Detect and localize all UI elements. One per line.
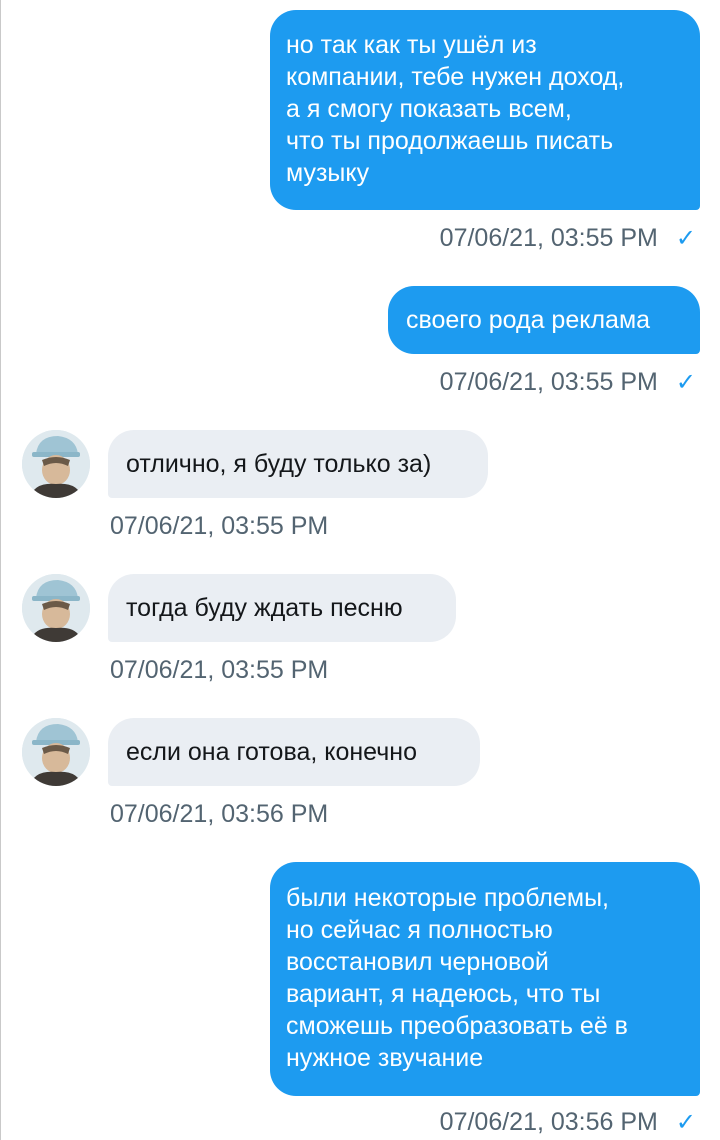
message-meta: 07/06/21, 03:55 PM ✓	[440, 368, 696, 397]
message-timestamp-text: 07/06/21, 03:56 PM	[110, 800, 329, 828]
left-edge-divider	[0, 0, 1, 1140]
message-text-line: восстановил черновой	[286, 948, 549, 976]
message-text-line: музыку	[286, 159, 370, 187]
message-timestamp: 07/06/21, 03:55 PM	[439, 224, 658, 252]
checkmark-icon: ✓	[675, 369, 696, 396]
checkmark-icon: ✓	[675, 225, 696, 252]
message-text-line: но так как ты ушёл из	[286, 31, 537, 59]
message-timestamp: 07/06/21, 03:55 PM	[110, 656, 328, 685]
user-avatar[interactable]	[22, 430, 90, 498]
incoming-message-bubble[interactable]: если она готова, конечно	[108, 718, 480, 786]
message-timestamp: 07/06/21, 03:55 PM	[110, 512, 328, 541]
message-meta: 07/06/21, 03:55 PM ✓	[440, 224, 696, 253]
checkmark-icon: ✓	[675, 1109, 696, 1136]
message-text-line: своего рода реклама	[406, 306, 651, 334]
incoming-message-bubble[interactable]: отлично, я буду только за)	[108, 430, 488, 498]
message-text-line: компании, тебе нужен доход,	[286, 63, 625, 91]
message-text-line: сможешь преобразовать её в	[286, 1012, 628, 1040]
outgoing-message-bubble[interactable]: своего рода реклама	[388, 286, 700, 354]
message-text-line: были некоторые проблемы,	[286, 884, 609, 912]
message-meta: 07/06/21, 03:56 PM ✓	[440, 1108, 696, 1137]
message-timestamp-text: 07/06/21, 03:55 PM	[110, 656, 329, 684]
user-avatar[interactable]	[22, 718, 90, 786]
message-text-line: отлично, я буду только за)	[126, 450, 432, 478]
message-timestamp: 07/06/21, 03:56 PM	[110, 800, 328, 829]
incoming-message-bubble[interactable]: тогда буду ждать песню	[108, 574, 456, 642]
message-text-line: что ты продолжаешь писать	[286, 127, 614, 155]
outgoing-message-bubble[interactable]: но так как ты ушёл из компании, тебе нуж…	[270, 10, 700, 210]
message-text-line: а я смогу показать всем,	[286, 95, 572, 123]
message-text-line: вариант, я надеюсь, что ты	[286, 980, 601, 1008]
message-timestamp: 07/06/21, 03:55 PM	[439, 368, 658, 396]
message-text-line: нужное звучание	[286, 1044, 484, 1072]
message-timestamp-text: 07/06/21, 03:55 PM	[110, 512, 329, 540]
message-timestamp: 07/06/21, 03:56 PM	[439, 1108, 658, 1136]
message-text-line: если она готова, конечно	[126, 738, 417, 766]
outgoing-message-bubble[interactable]: были некоторые проблемы, но сейчас я пол…	[270, 862, 700, 1096]
user-avatar[interactable]	[22, 574, 90, 642]
message-text-line: тогда буду ждать песню	[126, 594, 403, 622]
message-text-line: но сейчас я полностью	[286, 916, 553, 944]
